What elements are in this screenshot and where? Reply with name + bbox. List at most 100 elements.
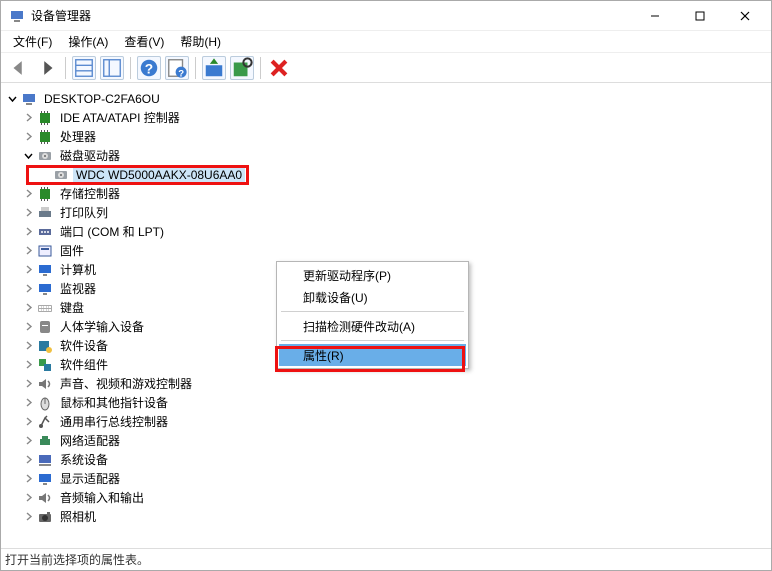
mouse-icon — [37, 395, 53, 411]
chevron-right-icon[interactable] — [21, 358, 35, 372]
chevron-right-icon[interactable] — [21, 244, 35, 258]
chip-icon — [37, 186, 53, 202]
tree-item-label: DESKTOP-C2FA6OU — [41, 91, 163, 107]
tree-item-label: 网络适配器 — [57, 431, 123, 450]
chevron-right-icon[interactable] — [21, 187, 35, 201]
chevron-right-icon[interactable] — [21, 111, 35, 125]
toolbar-separator — [195, 57, 196, 79]
menu-file[interactable]: 文件(F) — [7, 31, 58, 52]
tree-item-cpu[interactable]: 处理器 — [5, 127, 771, 146]
tree-item-net[interactable]: 网络适配器 — [5, 431, 771, 450]
chevron-right-icon[interactable] — [21, 415, 35, 429]
context-menu-scan[interactable]: 扫描检测硬件改动(A) — [279, 315, 466, 337]
sys-icon — [37, 452, 53, 468]
tree-item-sys[interactable]: 系统设备 — [5, 450, 771, 469]
tree-item-printq[interactable]: 打印队列 — [5, 203, 771, 222]
tree-item-label: 系统设备 — [57, 450, 111, 469]
tree-item-audio[interactable]: 音频输入和输出 — [5, 488, 771, 507]
context-menu-uninstall[interactable]: 卸载设备(U) — [279, 286, 466, 308]
tree-item-label: 处理器 — [57, 127, 99, 146]
context-menu-separator — [281, 340, 464, 341]
port-icon — [37, 224, 53, 240]
chevron-right-icon[interactable] — [21, 510, 35, 524]
sound-icon — [37, 490, 53, 506]
menu-help[interactable]: 帮助(H) — [174, 31, 227, 52]
chevron-right-icon[interactable] — [21, 130, 35, 144]
chevron-right-icon[interactable] — [21, 396, 35, 410]
chevron-right-icon[interactable] — [21, 377, 35, 391]
tree-item-usb[interactable]: 通用串行总线控制器 — [5, 412, 771, 431]
toolbar-view1-button[interactable] — [72, 56, 96, 80]
tree-item-sound[interactable]: 声音、视频和游戏控制器 — [5, 374, 771, 393]
tree-item-storage[interactable]: 存储控制器 — [5, 184, 771, 203]
chevron-right-icon[interactable] — [21, 206, 35, 220]
sound-icon — [37, 376, 53, 392]
tree-item-label: IDE ATA/ATAPI 控制器 — [57, 108, 183, 127]
menu-view[interactable]: 查看(V) — [118, 31, 170, 52]
context-menu: 更新驱动程序(P) 卸载设备(U) 扫描检测硬件改动(A) 属性(R) — [276, 261, 469, 369]
toolbar-update-driver-button[interactable] — [202, 56, 226, 80]
toolbar-view2-button[interactable] — [100, 56, 124, 80]
disk-icon — [37, 148, 53, 164]
chevron-right-icon[interactable] — [21, 434, 35, 448]
tree-item-label: 显示适配器 — [57, 469, 123, 488]
tree-item-camera[interactable]: 照相机 — [5, 507, 771, 526]
monitor-icon — [37, 471, 53, 487]
toolbar-scan-button[interactable] — [230, 56, 254, 80]
tree-item-root[interactable]: DESKTOP-C2FA6OU — [5, 89, 771, 108]
tree-item-label: 软件组件 — [57, 355, 111, 374]
chevron-right-icon[interactable] — [21, 491, 35, 505]
device-tree[interactable]: DESKTOP-C2FA6OUIDE ATA/ATAPI 控制器处理器磁盘驱动器… — [1, 83, 771, 548]
context-menu-properties[interactable]: 属性(R) — [279, 344, 466, 366]
disk-icon — [53, 167, 69, 183]
chevron-right-icon[interactable] — [21, 263, 35, 277]
chevron-right-icon[interactable] — [21, 282, 35, 296]
maximize-button[interactable] — [677, 2, 722, 30]
chevron-right-icon[interactable] — [21, 339, 35, 353]
tree-item-firmware[interactable]: 固件 — [5, 241, 771, 260]
app-icon — [9, 8, 25, 24]
close-button[interactable] — [722, 2, 767, 30]
kb-icon — [37, 300, 53, 316]
tree-item-label: 照相机 — [57, 507, 99, 526]
context-menu-update-driver[interactable]: 更新驱动程序(P) — [279, 264, 466, 286]
minimize-button[interactable] — [632, 2, 677, 30]
chevron-right-icon[interactable] — [21, 320, 35, 334]
tree-item-label: 端口 (COM 和 LPT) — [57, 222, 167, 241]
tree-item-label: 键盘 — [57, 298, 87, 317]
statusbar: 打开当前选择项的属性表。 — [1, 548, 771, 570]
tree-item-label: 监视器 — [57, 279, 99, 298]
tree-item-selected[interactable]: WDC WD5000AAKX-08U6AA0 — [5, 165, 771, 184]
toolbar-help2-button[interactable]: ? — [165, 56, 189, 80]
tree-item-ports[interactable]: 端口 (COM 和 LPT) — [5, 222, 771, 241]
window-title: 设备管理器 — [31, 7, 632, 24]
toolbar-back-button[interactable] — [7, 56, 31, 80]
chevron-right-icon[interactable] — [21, 301, 35, 315]
menu-action[interactable]: 操作(A) — [62, 31, 114, 52]
toolbar-uninstall-button[interactable] — [267, 56, 291, 80]
firm-icon — [37, 243, 53, 259]
toolbar-separator — [260, 57, 261, 79]
monitor-icon — [37, 281, 53, 297]
chevron-down-icon[interactable] — [21, 149, 35, 163]
chevron-right-icon[interactable] — [21, 472, 35, 486]
tree-item-ide[interactable]: IDE ATA/ATAPI 控制器 — [5, 108, 771, 127]
toolbar: ? ? — [1, 53, 771, 83]
toolbar-help-button[interactable]: ? — [137, 56, 161, 80]
svg-text:?: ? — [145, 61, 153, 76]
toolbar-forward-button[interactable] — [35, 56, 59, 80]
tree-item-mouse[interactable]: 鼠标和其他指针设备 — [5, 393, 771, 412]
tree-item-display[interactable]: 显示适配器 — [5, 469, 771, 488]
tree-item-disk[interactable]: 磁盘驱动器 — [5, 146, 771, 165]
tree-item-label: 存储控制器 — [57, 184, 123, 203]
tree-item-label: 打印队列 — [57, 203, 111, 222]
window-controls — [632, 2, 767, 30]
chip-icon — [37, 129, 53, 145]
svg-text:?: ? — [178, 68, 184, 79]
tree-item-label: 鼠标和其他指针设备 — [57, 393, 171, 412]
chevron-right-icon[interactable] — [21, 453, 35, 467]
chevron-down-icon[interactable] — [5, 92, 19, 106]
chevron-right-icon[interactable] — [21, 225, 35, 239]
tree-item-label: 音频输入和输出 — [57, 488, 147, 507]
printer-icon — [37, 205, 53, 221]
